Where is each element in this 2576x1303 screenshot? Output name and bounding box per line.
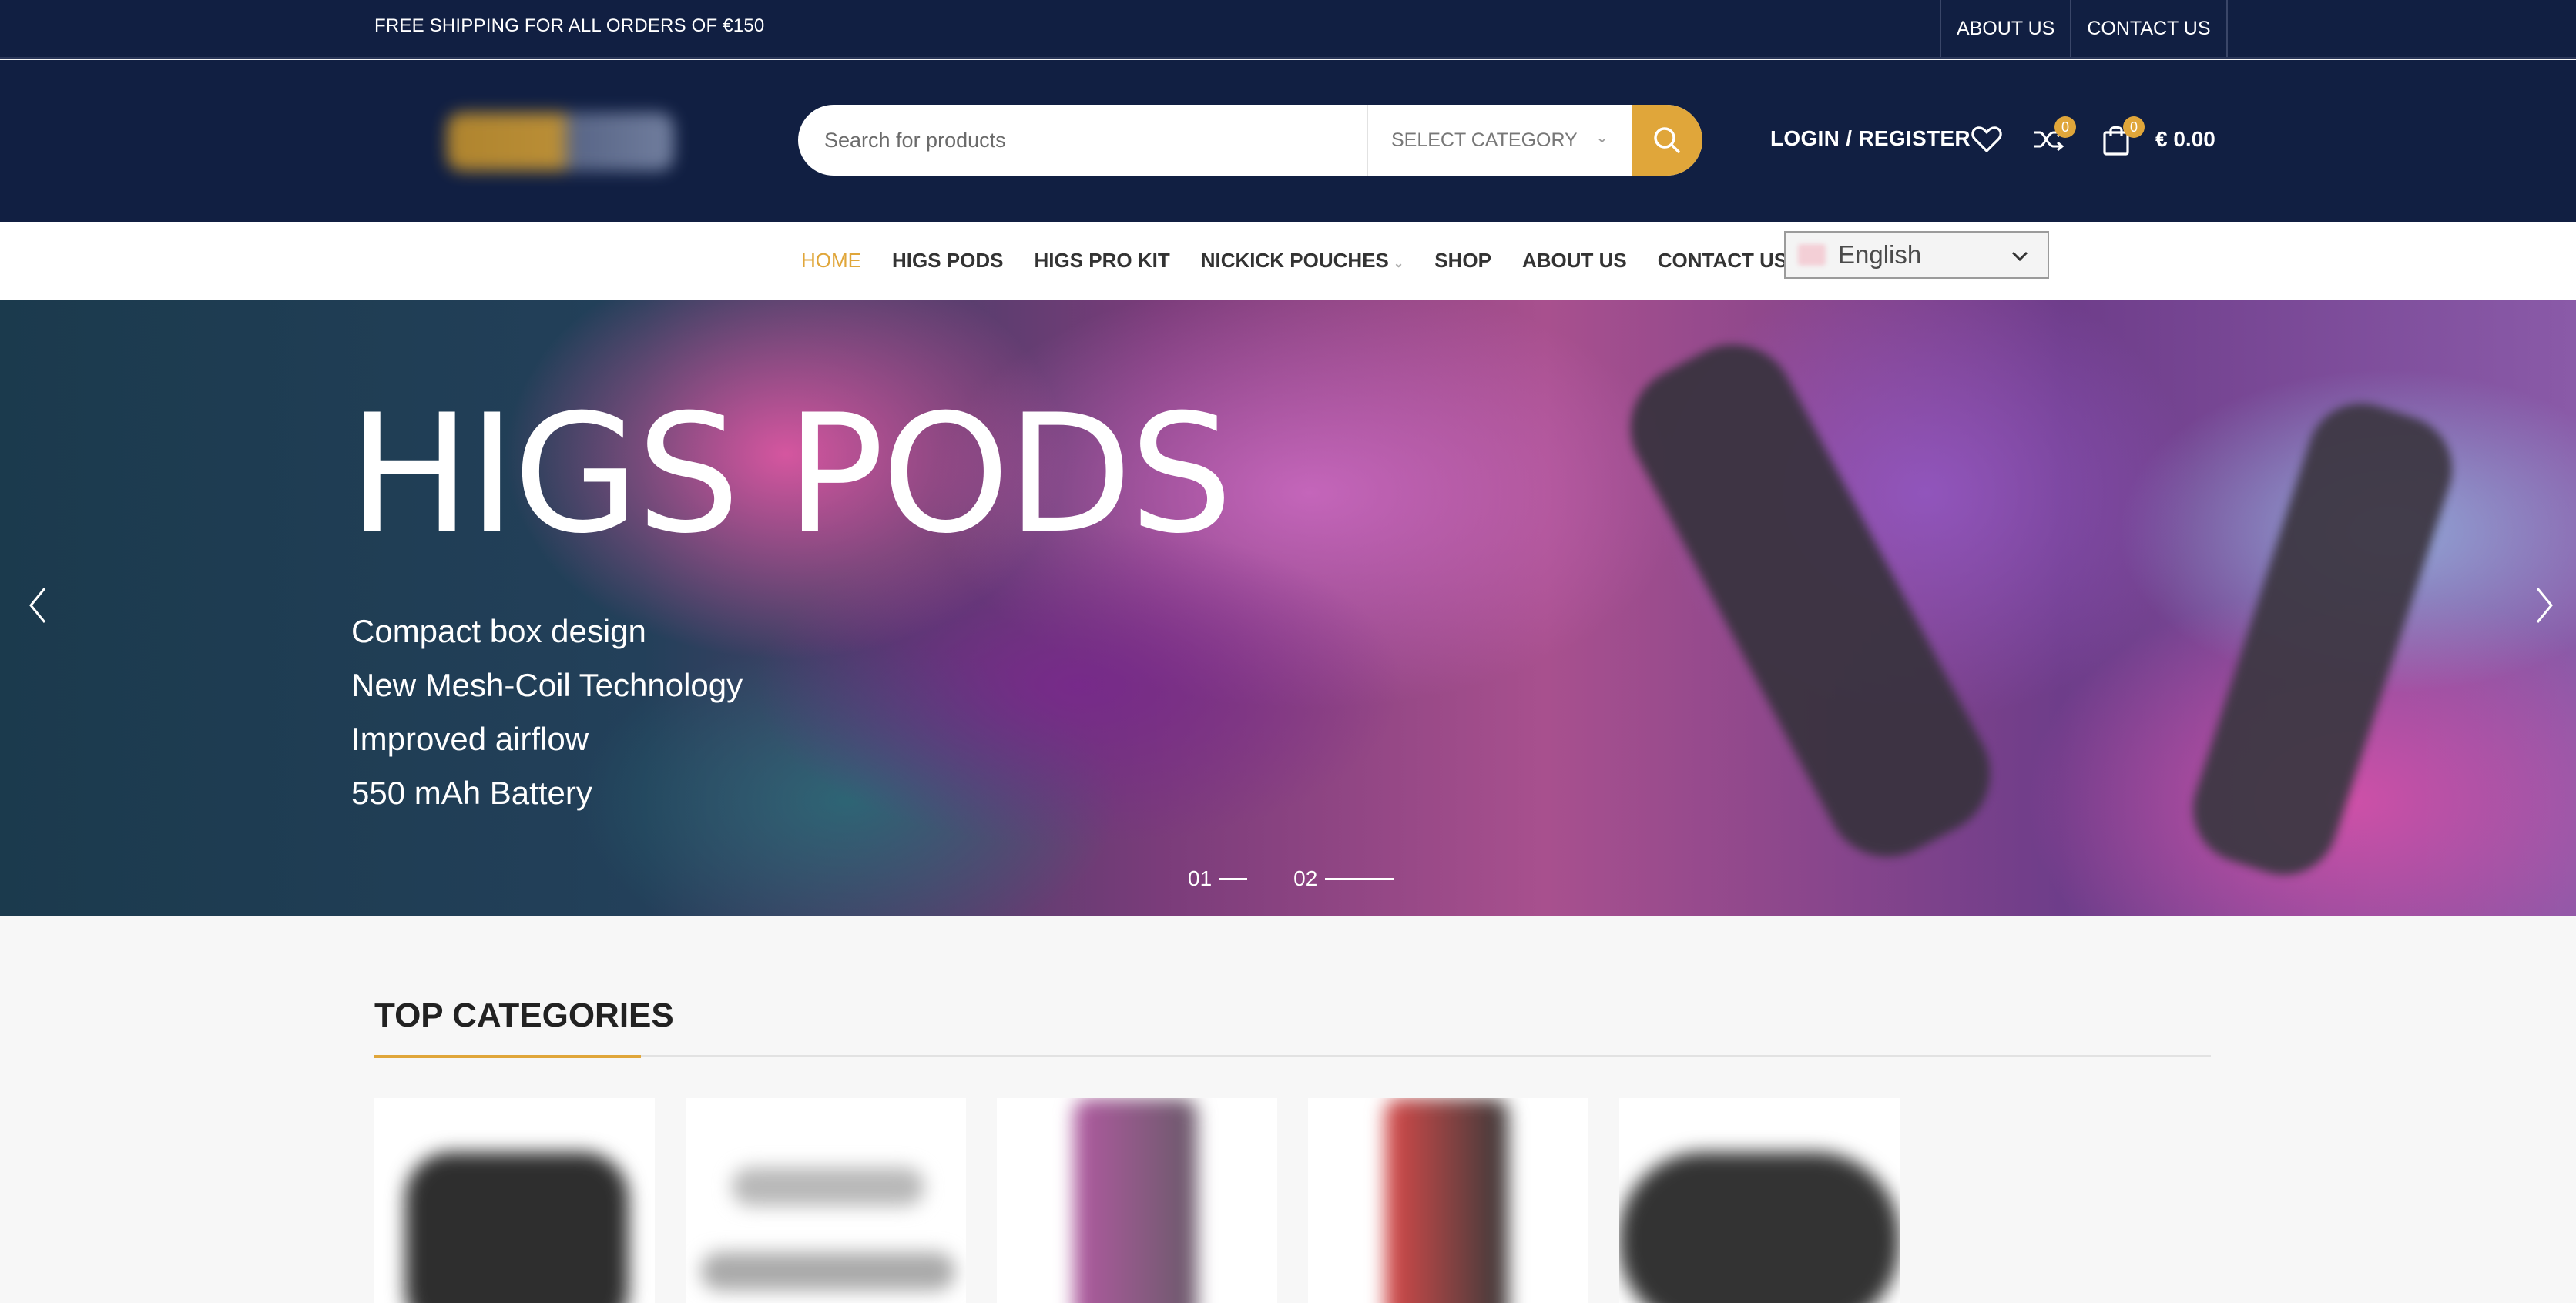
category-image — [701, 1252, 955, 1291]
category-image — [732, 1167, 924, 1206]
nav-item-higs-pro-kit[interactable]: HIGS PRO KIT — [1034, 249, 1169, 273]
top-bar: FREE SHIPPING FOR ALL ORDERS OF €150 ABO… — [0, 0, 2576, 59]
hero-feature: Improved airflow — [351, 721, 589, 757]
chevron-down-icon — [2011, 251, 2028, 262]
category-select[interactable]: SELECT CATEGORY ⌄ — [1367, 105, 1632, 176]
slider-dot-1[interactable]: 01 — [1188, 866, 1248, 891]
chevron-down-icon: ⌄ — [1393, 256, 1404, 270]
nav-item-higs-pods[interactable]: HIGS PODS — [892, 249, 1003, 273]
flag-icon — [1798, 244, 1826, 266]
hero-feature-list: Compact box design New Mesh-Coil Technol… — [351, 605, 743, 820]
search-button[interactable] — [1632, 105, 1702, 176]
hero-title: HIGS PODS — [348, 379, 1233, 569]
language-select[interactable]: English — [1784, 231, 2049, 279]
main-navigation: HOME HIGS PODS HIGS PRO KIT NICKICK POUC… — [0, 222, 2576, 300]
top-link-about-us[interactable]: ABOUT US — [1940, 0, 2070, 57]
category-image — [405, 1152, 629, 1303]
nav-item-shop[interactable]: SHOP — [1434, 249, 1491, 273]
category-card[interactable] — [374, 1098, 655, 1303]
chevron-down-icon: ⌄ — [1595, 129, 1608, 146]
category-image — [1074, 1098, 1197, 1303]
category-image — [1619, 1152, 1900, 1303]
category-card[interactable] — [1308, 1098, 1588, 1303]
cart-total[interactable]: € 0.00 — [2155, 127, 2215, 152]
hero-feature: New Mesh-Coil Technology — [351, 667, 743, 703]
category-card[interactable] — [1619, 1098, 1900, 1303]
compare-count-badge: 0 — [2054, 116, 2076, 138]
login-register-link[interactable]: LOGIN / REGISTER — [1770, 126, 1971, 151]
slider-dot-2[interactable]: 02 — [1293, 866, 1395, 891]
site-logo[interactable] — [447, 112, 674, 171]
section-divider — [374, 1055, 2211, 1058]
nav-item-nickick-pouches[interactable]: NICKICK POUCHES ⌄ — [1201, 249, 1404, 273]
slide-number: 01 — [1188, 866, 1213, 890]
cart-count-badge: 0 — [2123, 116, 2145, 138]
wishlist-button[interactable] — [1969, 122, 2004, 157]
slider-prev-button[interactable] — [25, 585, 51, 629]
nav-item-about-us[interactable]: ABOUT US — [1522, 249, 1627, 273]
category-select-label: SELECT CATEGORY — [1391, 129, 1578, 151]
chevron-left-icon — [29, 588, 46, 623]
slide-number: 02 — [1293, 866, 1318, 890]
heart-icon — [1971, 126, 2002, 152]
nav-item-label: NICKICK POUCHES — [1200, 248, 1389, 272]
search-form: SELECT CATEGORY ⌄ — [798, 105, 1702, 176]
chevron-right-icon — [2536, 588, 2553, 623]
category-card[interactable] — [997, 1098, 1277, 1303]
product-image — [2179, 389, 2467, 889]
hero-feature: 550 mAh Battery — [351, 775, 592, 811]
search-icon — [1654, 127, 1680, 153]
top-link-contact-us[interactable]: CONTACT US — [2070, 0, 2228, 57]
category-image — [1385, 1098, 1508, 1303]
nav-item-home[interactable]: HOME — [801, 249, 861, 273]
nav-item-contact-us[interactable]: CONTACT US — [1658, 249, 1788, 273]
language-label: English — [1838, 240, 1922, 269]
hero-slider: HIGS PODS Compact box design New Mesh-Co… — [0, 300, 2576, 916]
slider-next-button[interactable] — [2531, 585, 2558, 629]
nav-menu: HOME HIGS PODS HIGS PRO KIT NICKICK POUC… — [801, 222, 1818, 299]
shipping-notice: FREE SHIPPING FOR ALL ORDERS OF €150 — [374, 15, 765, 36]
search-input[interactable] — [798, 105, 1367, 176]
section-title: TOP CATEGORIES — [374, 997, 674, 1034]
main-header: SELECT CATEGORY ⌄ LOGIN / REGISTER 0 — [0, 60, 2576, 222]
hero-feature: Compact box design — [351, 613, 646, 649]
category-card[interactable] — [686, 1098, 966, 1303]
slider-pagination: 01 02 — [1188, 866, 1441, 891]
top-links: ABOUT US CONTACT US — [1940, 0, 2228, 59]
product-image — [1608, 323, 2012, 879]
